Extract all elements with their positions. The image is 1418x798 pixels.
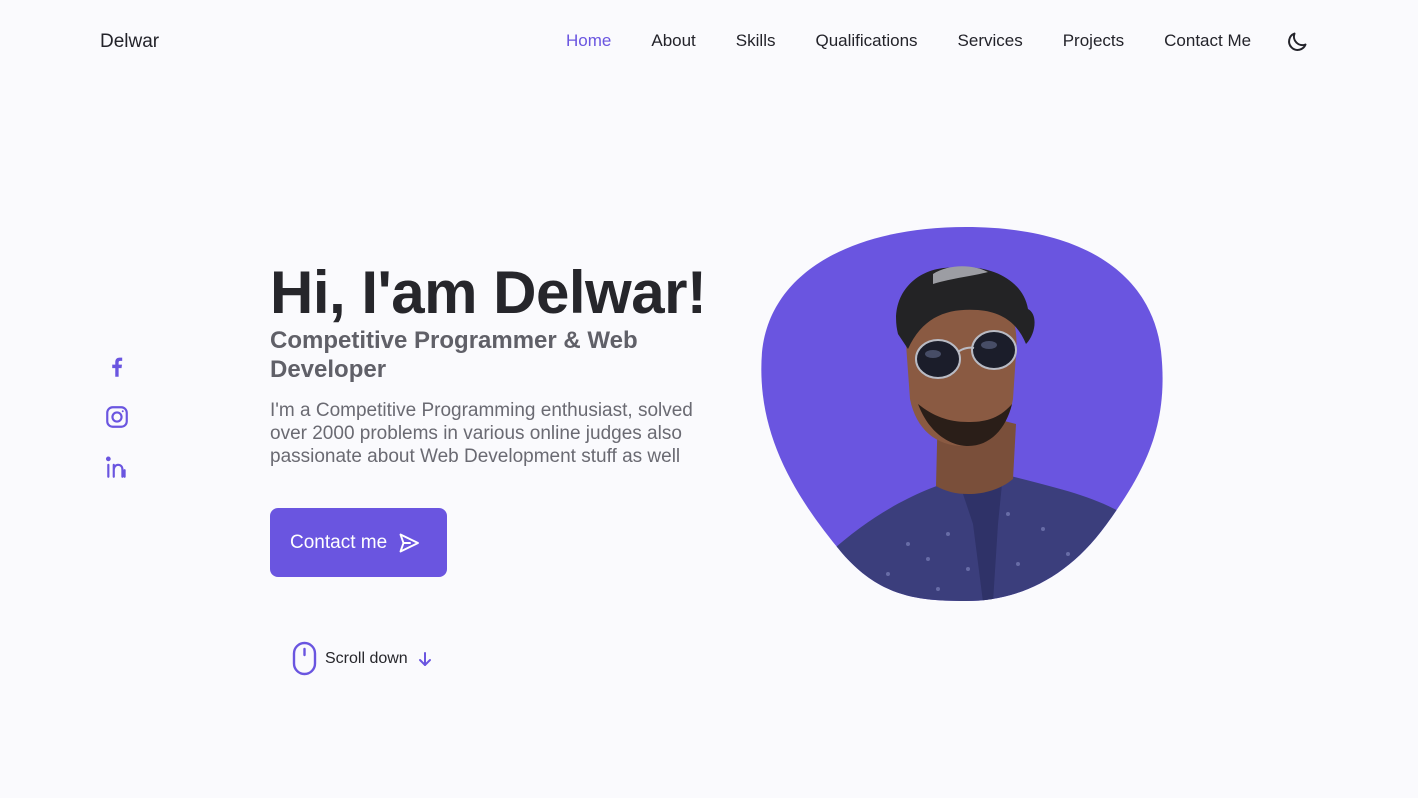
nav-skills[interactable]: Skills: [736, 31, 776, 51]
facebook-icon[interactable]: [104, 354, 130, 380]
nav-projects[interactable]: Projects: [1063, 31, 1124, 51]
main-nav: Home About Skills Qualifications Service…: [566, 31, 1273, 51]
profile-image-blob: [761, 227, 1163, 601]
scroll-down-label: Scroll down: [325, 649, 408, 667]
nav-about[interactable]: About: [651, 31, 695, 51]
nav-qualifications[interactable]: Qualifications: [815, 31, 917, 51]
contact-button-label: Contact me: [290, 531, 388, 553]
social-links: [104, 354, 130, 504]
moon-icon[interactable]: [1285, 30, 1309, 54]
scroll-down-link[interactable]: Scroll down: [292, 641, 432, 676]
nav-contact[interactable]: Contact Me: [1164, 31, 1251, 51]
linkedin-icon[interactable]: [104, 454, 130, 480]
hero-description: I'm a Competitive Programming enthusiast…: [270, 400, 693, 467]
site-header: Delwar Home About Skills Qualifications …: [0, 0, 1418, 84]
arrow-down-icon: [418, 651, 431, 666]
hero-subtitle: Competitive Programmer & Web Developer: [270, 327, 638, 383]
hero-title: Hi, I'am Delwar!: [270, 259, 707, 326]
mouse-icon: [292, 641, 317, 676]
site-logo[interactable]: Delwar: [100, 31, 159, 53]
send-icon: [399, 533, 420, 552]
contact-me-button[interactable]: Contact me: [270, 508, 447, 577]
instagram-icon[interactable]: [104, 404, 130, 430]
nav-services[interactable]: Services: [958, 31, 1023, 51]
nav-home[interactable]: Home: [566, 31, 611, 51]
